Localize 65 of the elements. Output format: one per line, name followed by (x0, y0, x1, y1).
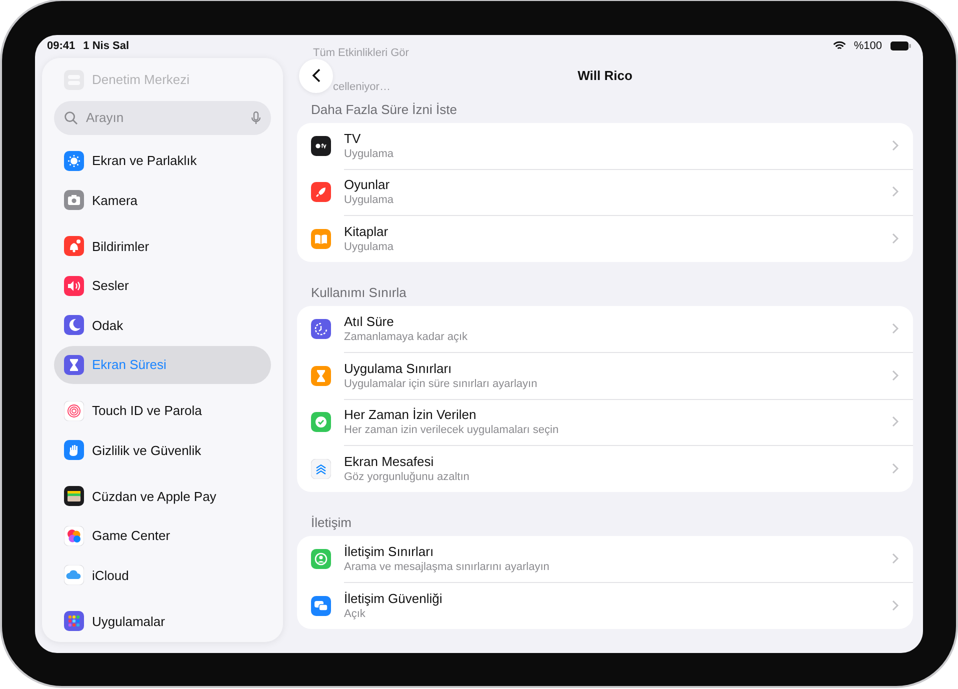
row-title: Her Zaman İzin Verilen (344, 407, 478, 422)
battery-icon (890, 40, 911, 50)
sidebar-item[interactable]: Game Center (54, 516, 271, 554)
row-subtitle: Her zaman izin verilecek uygulamaları seçin (344, 424, 560, 436)
status-time: 09:41 (47, 40, 76, 52)
settings-row[interactable]: Kitaplar Uygulama (311, 216, 913, 262)
row-subtitle: Uygulamalar için süre sınırları ayarlayın (344, 378, 538, 390)
sidebar-item[interactable]: Uygulamalar (54, 602, 271, 640)
sidebar-item[interactable]: Sesler (54, 266, 271, 304)
chevron-icon (892, 463, 899, 474)
chevron-icon (892, 140, 899, 151)
row-subtitle: Arama ve mesajlaşma sınırlarını ayarlayın (344, 561, 550, 574)
row-subtitle: Uygulama (344, 194, 395, 206)
settings-row[interactable]: Uygulama Sınırları Uygulamalar için süre sınırları ayarlayın (311, 352, 913, 399)
section-header: Daha Fazla Süre İzni İste (310, 100, 458, 118)
row-title: Atıl Süre (344, 314, 395, 330)
status-date: 1 Nis Sal (83, 40, 129, 52)
back-chevron-icon (312, 68, 320, 83)
sidebar-item[interactable]: iCloud (54, 556, 271, 594)
row-subtitle: Açık (344, 608, 366, 620)
page-title: Will Rico (578, 68, 632, 83)
row-title: Kitaplar (344, 224, 390, 240)
sidebar-item[interactable]: Touch ID ve Parola (54, 392, 271, 430)
row-subtitle: Uygulama (344, 241, 395, 254)
scrolled-text: celleniyor… (333, 80, 390, 94)
section-header: Kullanımı Sınırla (310, 284, 408, 302)
sidebar-item[interactable]: Ekran ve Parlaklık (54, 142, 271, 180)
wifi-icon (832, 40, 846, 50)
chevron-icon (892, 233, 899, 244)
row-subtitle: Zamanlamaya kadar açık (344, 331, 468, 344)
row-subtitle: Göz yorgunluğunu azaltın (344, 471, 470, 484)
chevron-icon (892, 600, 899, 612)
sidebar-item[interactable]: Gizlilik ve Güvenlik (54, 431, 271, 469)
settings-row[interactable]: TV Uygulama (311, 122, 913, 169)
row-title: İletişim Güvenliği (344, 591, 444, 606)
sidebar-item: Denetim Merkezi (92, 72, 190, 87)
settings-row[interactable]: Atıl Süre Zamanlamaya kadar açık (311, 306, 913, 352)
microphone-icon[interactable] (251, 110, 261, 124)
search-field[interactable]: Arayın (54, 100, 271, 134)
settings-row[interactable]: Oyunlar Uygulama (311, 169, 913, 216)
sidebar-item[interactable]: Kamera (54, 181, 271, 219)
search-input[interactable]: Arayın (86, 110, 243, 125)
sidebar-item[interactable]: Odak (54, 306, 271, 344)
back-button[interactable] (299, 58, 333, 92)
settings-row[interactable]: İletişim Sınırları Arama ve mesajlaşma sınırlarını ayarlayın (311, 536, 913, 582)
scrolled-text: Tüm Etkinlikleri Gör (313, 46, 409, 60)
chevron-icon (892, 553, 899, 564)
row-title: Oyunlar (344, 177, 391, 192)
chevron-icon (892, 323, 899, 334)
settings-row[interactable]: Ekran Mesafesi Göz yorgunluğunu azaltın (311, 446, 913, 492)
sidebar-item[interactable]: Cüzdan ve Apple Pay (54, 477, 271, 515)
battery-percent: %100 (854, 40, 882, 52)
chevron-icon (892, 416, 899, 428)
row-title: TV (344, 130, 362, 146)
search-icon (64, 110, 78, 124)
row-title: Ekran Mesafesi (344, 454, 435, 470)
settings-row[interactable]: Her Zaman İzin Verilen Her zaman izin verilecek uygulamaları seçin (311, 399, 913, 446)
row-title: Uygulama Sınırları (344, 360, 453, 376)
row-subtitle: Uygulama (344, 148, 395, 160)
sidebar-item[interactable]: Bildirimler (54, 227, 271, 265)
chevron-icon (892, 186, 899, 198)
settings-row[interactable]: İletişim Güvenliği Açık (311, 582, 913, 629)
chevron-icon (892, 370, 899, 381)
row-title: İletişim Sınırları (344, 544, 435, 560)
section-header: İletişim (310, 514, 352, 532)
